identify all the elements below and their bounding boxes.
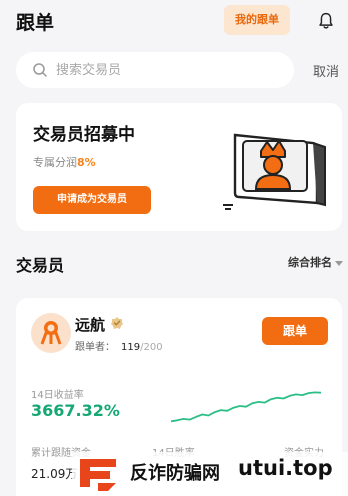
avatar (31, 313, 71, 353)
followers-max: /200 (140, 342, 163, 353)
recruit-subtitle-prefix: 专属分润 (33, 156, 77, 169)
recruit-subtitle: 专属分润8% (33, 154, 96, 170)
roi-label: 14日收益率 (31, 390, 84, 401)
trader-name: 远航 (75, 316, 106, 334)
roi-sparkline-line (171, 391, 321, 423)
apply-trader-button[interactable]: 申请成为交易员 (33, 186, 151, 214)
sort-label: 综合排名 (288, 256, 332, 269)
my-follow-button[interactable]: 我的跟单 (224, 5, 290, 35)
followers-count: 跟单者： 119/200 (75, 338, 163, 353)
profit-share-percent: 8% (77, 156, 96, 169)
stat-value-total-funds: 21.09万 (31, 467, 78, 481)
roi-sparkline (171, 391, 321, 423)
watermark-text-cn: 反诈防骗网 (130, 463, 220, 484)
sort-dropdown[interactable]: 综合排名 (288, 254, 343, 270)
search-input[interactable] (56, 52, 276, 88)
page-title: 跟单 (16, 12, 55, 34)
follow-button[interactable]: 跟单 (262, 317, 328, 345)
recruit-title: 交易员招募中 (33, 125, 135, 145)
traders-section-title: 交易员 (16, 256, 65, 275)
followers-label: 跟单者： (75, 342, 115, 353)
bell-icon[interactable] (315, 10, 337, 32)
roi-value: 3667.32% (31, 401, 120, 420)
top-bar: 跟单 我的跟单 (0, 0, 348, 44)
search-bar[interactable] (16, 52, 294, 88)
recruit-banner: 交易员招募中 专属分润8% 申请成为交易员 (16, 103, 342, 231)
watermark-logo-icon (80, 459, 116, 491)
cancel-button[interactable]: 取消 (313, 61, 339, 80)
trader-crown-illustration (223, 133, 326, 210)
caret-down-icon (335, 260, 343, 266)
watermark-text-url: utui.top (238, 456, 333, 480)
search-icon (33, 63, 47, 77)
verified-badge-icon (111, 317, 123, 329)
followers-current: 119 (121, 342, 141, 353)
